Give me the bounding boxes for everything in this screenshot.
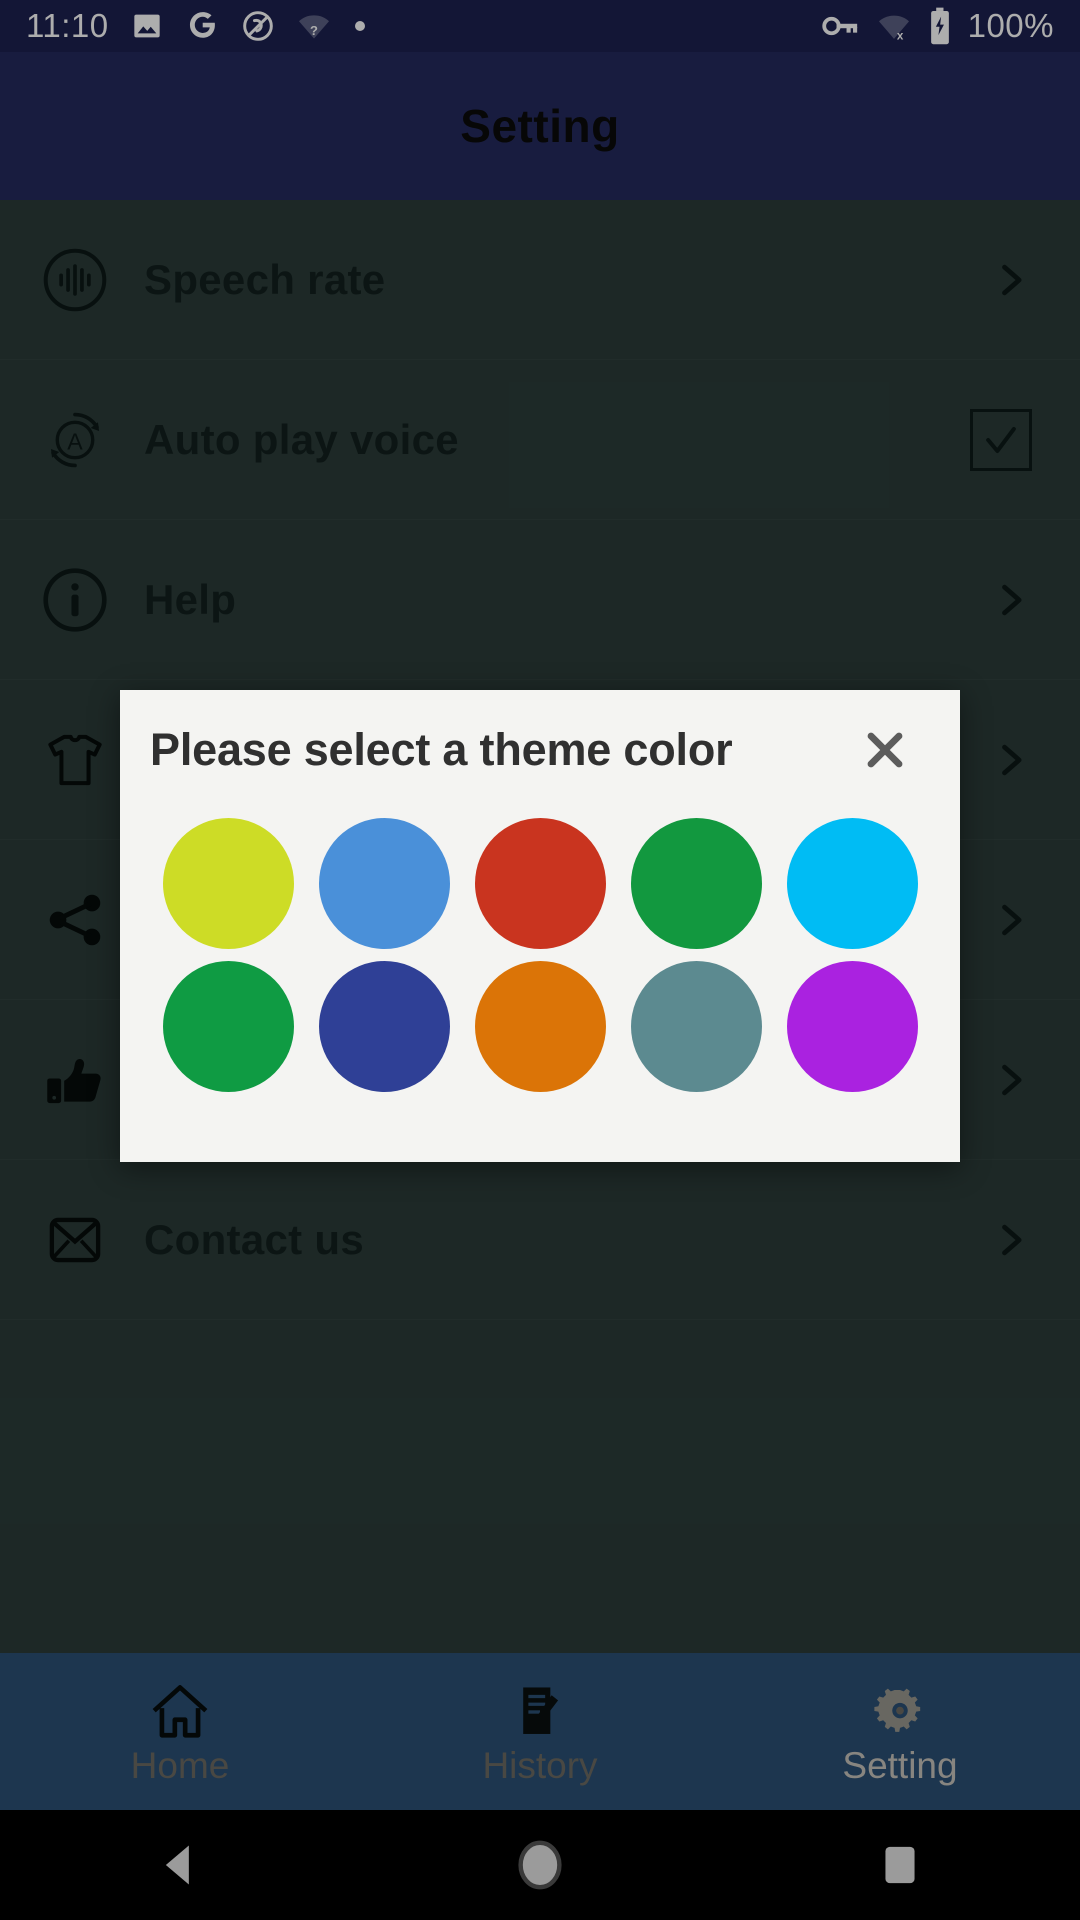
close-icon[interactable] [854, 719, 916, 781]
theme-swatch-purple[interactable] [786, 961, 918, 1092]
back-icon[interactable] [0, 1842, 360, 1888]
theme-color-dialog: Please select a theme color [120, 690, 960, 1162]
theme-swatch-orange[interactable] [474, 961, 606, 1092]
theme-swatch-green-2[interactable] [162, 961, 294, 1092]
home-circle-icon[interactable] [360, 1839, 720, 1891]
phone-screen: 11:10 ? x 100% Setting Speech rate A Aut… [0, 0, 1080, 1920]
theme-swatch-blue[interactable] [318, 818, 450, 949]
dialog-title: Please select a theme color [150, 724, 733, 775]
theme-color-grid [120, 810, 960, 1092]
recents-icon[interactable] [720, 1843, 1080, 1887]
theme-swatch-indigo[interactable] [318, 961, 450, 1092]
theme-swatch-red[interactable] [474, 818, 606, 949]
dialog-header: Please select a theme color [120, 690, 960, 810]
theme-swatch-cyan[interactable] [786, 818, 918, 949]
theme-swatch-green[interactable] [630, 818, 762, 949]
theme-swatch-yellow-green[interactable] [162, 818, 294, 949]
theme-swatch-slate-teal[interactable] [630, 961, 762, 1092]
android-navigation-bar [0, 1810, 1080, 1920]
